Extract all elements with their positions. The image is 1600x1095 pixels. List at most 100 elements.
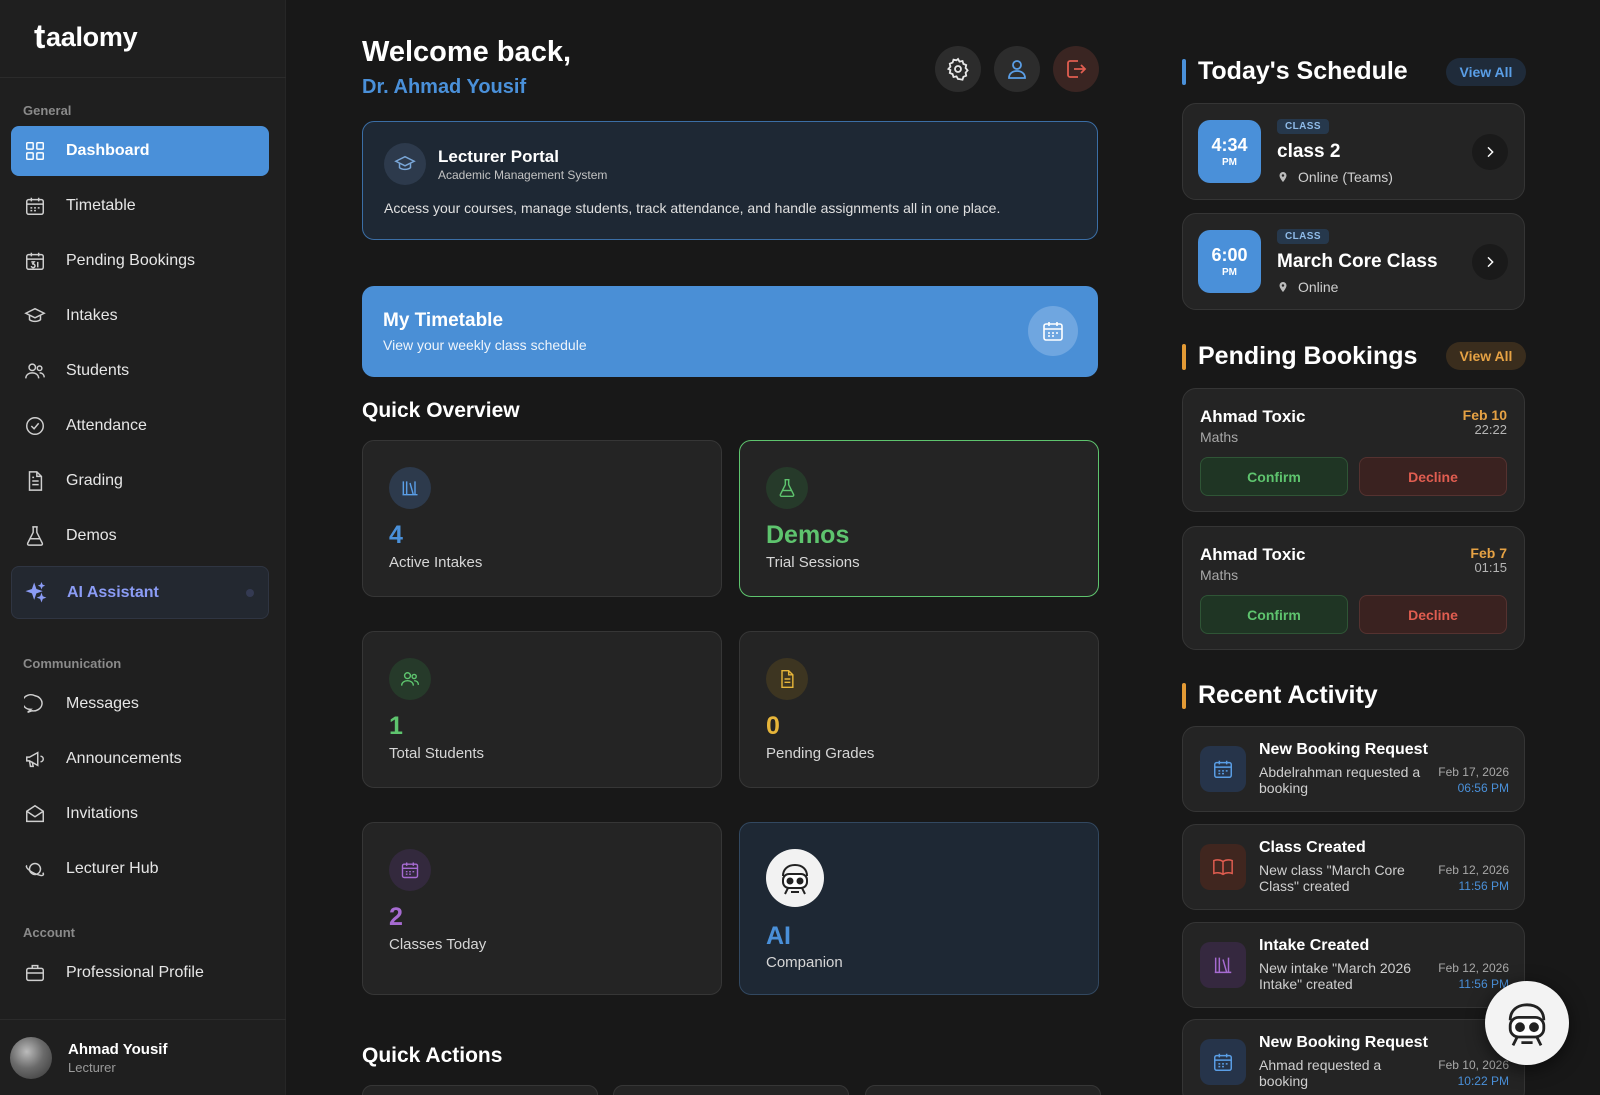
stat-label: Pending Grades	[766, 745, 875, 762]
brand-logo[interactable]: t aalomy	[34, 20, 138, 54]
portal-description: Access your courses, manage students, tr…	[384, 200, 1001, 216]
chevron-right-icon	[1487, 146, 1494, 158]
class-location: Online (Teams)	[1277, 169, 1393, 185]
activity-item[interactable]: Intake Created New intake "March 2026 In…	[1182, 922, 1525, 1008]
sidebar-item-dashboard[interactable]: Dashboard	[11, 126, 269, 176]
user-name: Ahmad Yousif	[68, 1040, 168, 1058]
activity-title: Intake Created	[1259, 937, 1370, 954]
section-label-general: General	[23, 103, 72, 118]
section-label-account: Account	[23, 925, 75, 940]
sidebar-item-intakes[interactable]: Intakes	[11, 291, 269, 341]
quick-action-card[interactable]	[613, 1085, 849, 1095]
activity-item[interactable]: New Booking Request Ahmad requested a bo…	[1182, 1019, 1525, 1095]
activity-title: New Booking Request	[1259, 1034, 1428, 1051]
schedule-time-badge: 4:34 PM	[1198, 120, 1261, 183]
open-class-button[interactable]	[1472, 134, 1508, 170]
calendar-icon	[1200, 746, 1246, 792]
schedule-view-all-button[interactable]: View All	[1446, 58, 1526, 86]
sidebar-item-timetable[interactable]: Timetable	[11, 181, 269, 231]
sidebar-item-messages[interactable]: Messages	[11, 679, 269, 729]
sidebar-item-lecturer-hub[interactable]: Lecturer Hub	[11, 844, 269, 894]
activity-date: Feb 12, 2026	[1438, 863, 1509, 877]
booking-card: Ahmad Toxic Maths Feb 7 01:15 Confirm De…	[1182, 526, 1525, 650]
activity-time: 11:56 PM	[1458, 879, 1509, 893]
activity-title: New Booking Request	[1259, 741, 1428, 758]
users-icon	[24, 360, 46, 382]
user-card[interactable]: Ahmad Yousif Lecturer	[0, 1019, 286, 1095]
sidebar-item-demos[interactable]: Demos	[11, 511, 269, 561]
logout-button[interactable]	[1053, 46, 1099, 92]
schedule-item[interactable]: 4:34 PM CLASS class 2 Online (Teams)	[1182, 103, 1525, 200]
stat-label: Companion	[766, 954, 843, 971]
quick-action-card[interactable]	[362, 1085, 598, 1095]
schedule-item[interactable]: 6:00 PM CLASS March Core Class Online	[1182, 213, 1525, 310]
page-title: Welcome back,	[362, 36, 572, 68]
activity-heading: Recent Activity	[1182, 681, 1378, 710]
sidebar-item-ai-assistant[interactable]: AI Assistant	[11, 566, 269, 619]
confirm-button[interactable]: Confirm	[1200, 595, 1348, 634]
settings-button[interactable]	[935, 46, 981, 92]
confirm-button[interactable]: Confirm	[1200, 457, 1348, 496]
activity-description: New intake "March 2026 Intake" created	[1259, 960, 1412, 992]
document-icon	[766, 658, 808, 700]
activity-description: Abdelrahman requested a booking	[1259, 764, 1421, 796]
quick-actions-heading: Quick Actions	[362, 1044, 503, 1067]
stat-card-ai-companion[interactable]: AI Companion	[739, 822, 1099, 995]
location-pin-icon	[1279, 282, 1287, 292]
stat-card-classes-today[interactable]: 2 Classes Today	[362, 822, 722, 995]
sidebar-item-label: Announcements	[66, 750, 182, 767]
sidebar-item-label: Intakes	[66, 307, 118, 324]
booking-subject: Maths	[1200, 567, 1239, 583]
section-label-communication: Communication	[23, 656, 122, 671]
booking-time: 01:15	[1474, 560, 1507, 575]
class-name: class 2	[1277, 141, 1341, 162]
sidebar-item-label: Dashboard	[66, 142, 150, 159]
stat-label: Classes Today	[389, 936, 487, 953]
booking-date: Feb 10	[1462, 407, 1507, 423]
sidebar-item-grading[interactable]: Grading	[11, 456, 269, 506]
profile-button[interactable]	[994, 46, 1040, 92]
sidebar-item-announcements[interactable]: Announcements	[11, 734, 269, 784]
flask-icon	[24, 525, 46, 547]
activity-item[interactable]: New Booking Request Abdelrahman requeste…	[1182, 726, 1525, 812]
class-location-text: Online (Teams)	[1298, 169, 1393, 185]
portal-subtitle: Academic Management System	[438, 168, 608, 182]
sidebar-item-attendance[interactable]: Attendance	[11, 401, 269, 451]
envelope-icon	[24, 803, 46, 825]
calendar-icon	[389, 849, 431, 891]
activity-date: Feb 12, 2026	[1438, 961, 1509, 975]
sidebar-item-pending-bookings[interactable]: Pending Bookings	[11, 236, 269, 286]
stat-card-active-intakes[interactable]: 4 Active Intakes	[362, 440, 722, 597]
sidebar-item-professional-profile[interactable]: Professional Profile	[11, 948, 269, 998]
open-class-button[interactable]	[1472, 244, 1508, 280]
bookings-view-all-button[interactable]: View All	[1446, 342, 1526, 370]
user-role: Lecturer	[68, 1059, 116, 1075]
decline-button[interactable]: Decline	[1359, 595, 1507, 634]
stat-value: 1	[389, 712, 403, 740]
user-display-name: Dr. Ahmad Yousif	[362, 76, 527, 98]
ai-assistant-fab[interactable]	[1485, 981, 1569, 1065]
activity-time: 06:56 PM	[1457, 781, 1509, 795]
decline-button[interactable]: Decline	[1359, 457, 1507, 496]
stat-card-demos[interactable]: Demos Trial Sessions	[739, 440, 1099, 597]
sidebar-item-label: Messages	[66, 695, 139, 712]
calendar-icon	[24, 195, 46, 217]
my-timetable-card[interactable]: My Timetable View your weekly class sche…	[362, 286, 1098, 377]
bookings-heading: Pending Bookings	[1182, 342, 1417, 371]
sidebar-item-invitations[interactable]: Invitations	[11, 789, 269, 839]
booking-student-name: Ahmad Toxic	[1200, 407, 1306, 426]
stat-label: Total Students	[389, 745, 485, 762]
quick-action-card[interactable]	[865, 1085, 1101, 1095]
gear-icon	[946, 57, 969, 81]
activity-item[interactable]: Class Created New class "March Core Clas…	[1182, 824, 1525, 910]
briefcase-icon	[24, 962, 46, 984]
stat-card-pending-grades[interactable]: 0 Pending Grades	[739, 631, 1099, 788]
stat-value: Demos	[766, 521, 850, 549]
megaphone-icon	[24, 748, 46, 770]
sidebar-item-students[interactable]: Students	[11, 346, 269, 396]
flask-icon	[766, 467, 808, 509]
schedule-time: 4:34	[1211, 135, 1248, 155]
stat-card-total-students[interactable]: 1 Total Students	[362, 631, 722, 788]
sidebar-item-label: Students	[66, 362, 130, 379]
check-circle-icon	[24, 415, 46, 437]
